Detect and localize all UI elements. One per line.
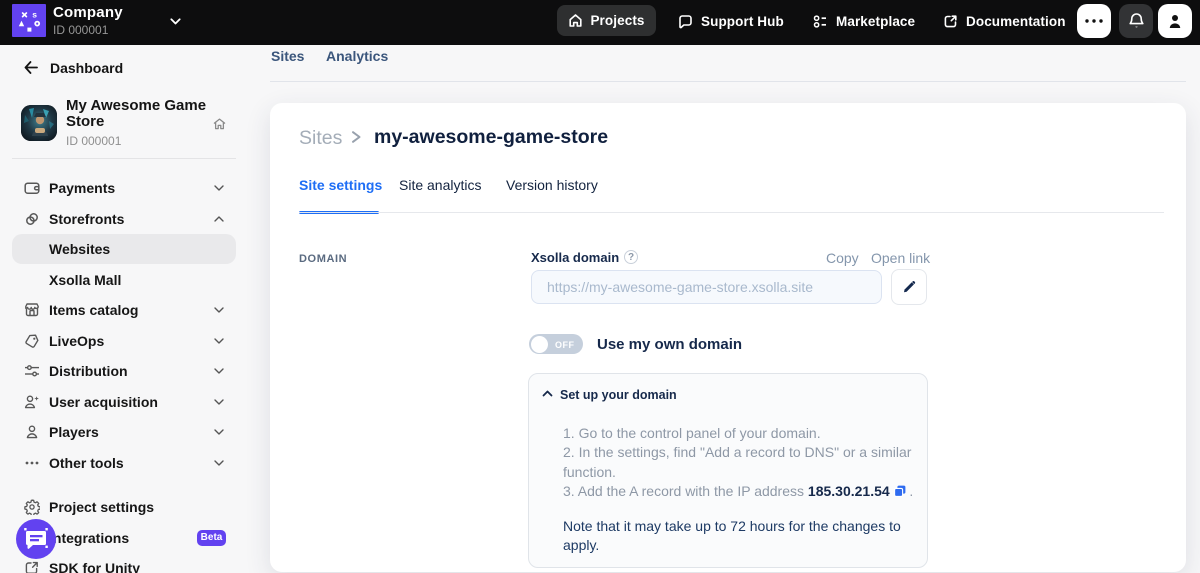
svg-text:s: s xyxy=(32,9,37,19)
